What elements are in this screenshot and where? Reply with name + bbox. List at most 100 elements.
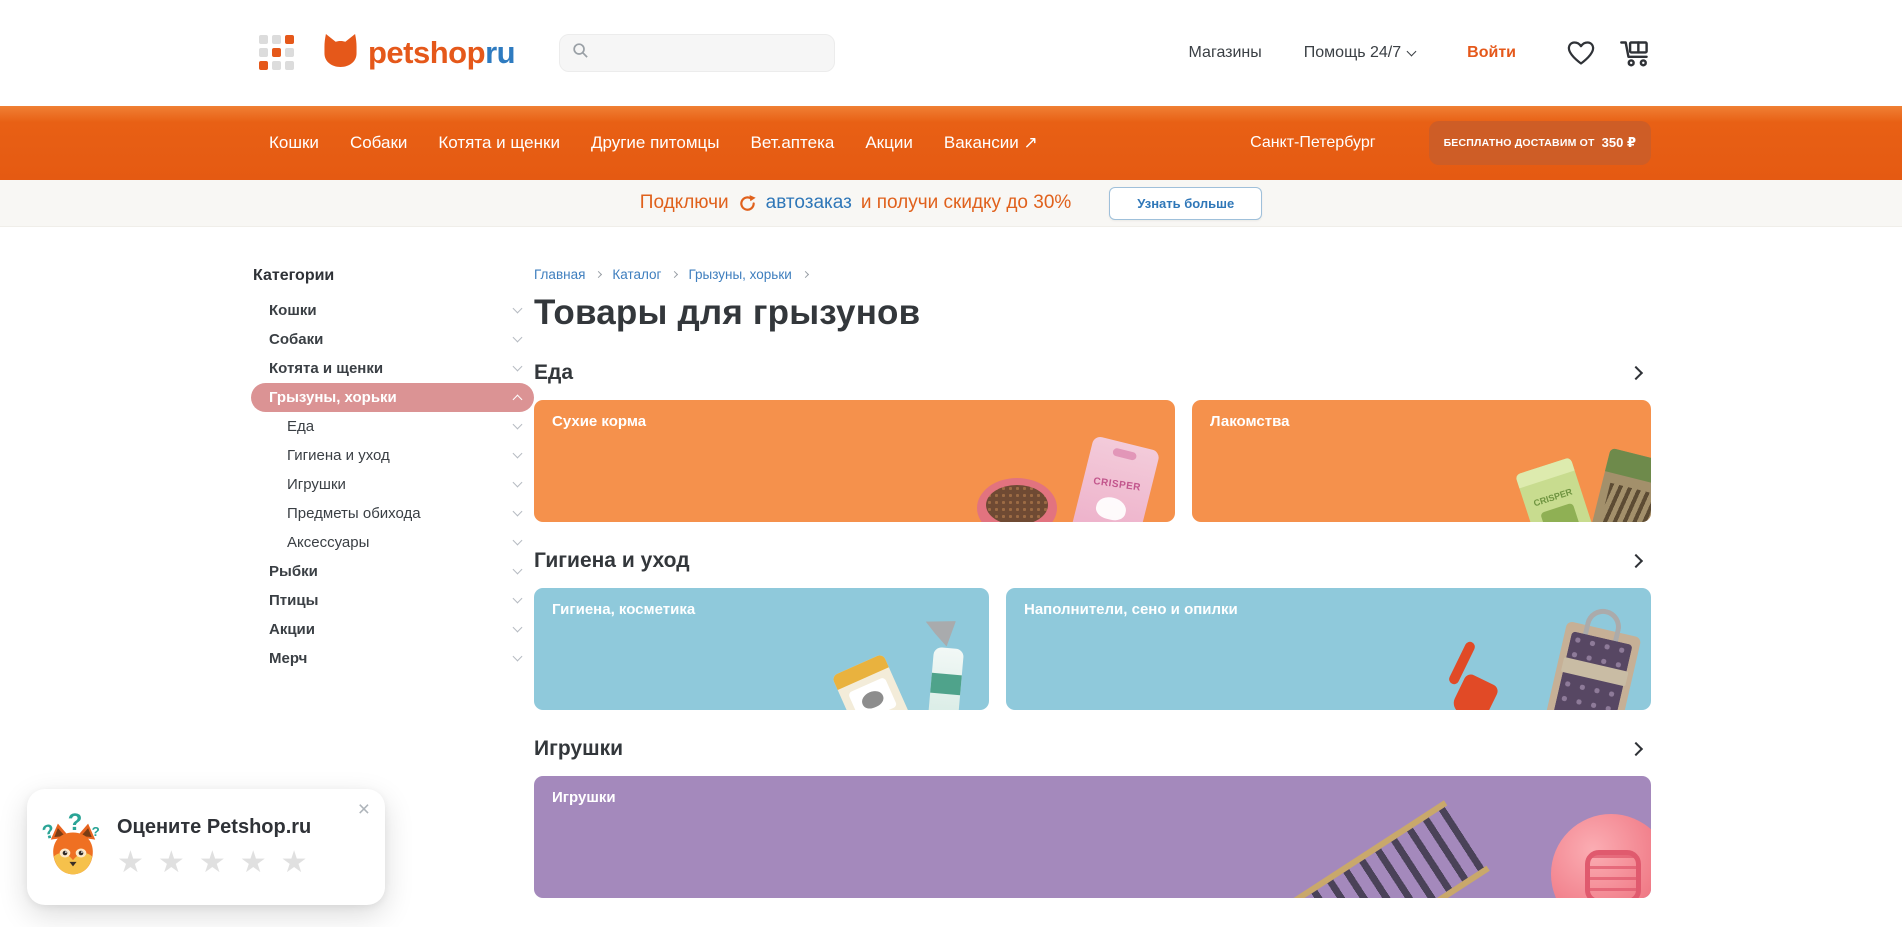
chevron-down-icon [513, 536, 523, 546]
card-art-toys [534, 776, 1651, 898]
nav-item-promotions[interactable]: Акции [865, 133, 913, 153]
cart-icon [1618, 38, 1651, 69]
search-icon [572, 42, 589, 64]
section-title: Игрушки [534, 737, 623, 761]
cart-button[interactable] [1618, 38, 1651, 69]
nav-item-dogs[interactable]: Собаки [350, 133, 407, 153]
rating-popup-title: Оцените Petshop.ru [117, 816, 311, 839]
sidebar-item-cats[interactable]: Кошки [251, 296, 534, 325]
card-label: Игрушки [552, 789, 616, 806]
breadcrumb-catalog[interactable]: Каталог [612, 267, 661, 282]
card-label: Гигиена, косметика [552, 601, 695, 618]
card-treats[interactable]: Лакомства CRISPER [1192, 400, 1651, 522]
chevron-down-icon [513, 304, 523, 314]
sidebar-item-birds[interactable]: Птицы [251, 586, 534, 615]
chevron-right-icon [1629, 554, 1643, 568]
chevron-down-icon [513, 565, 523, 575]
star-3[interactable]: ★ [199, 848, 226, 878]
sidebar-item-accessories[interactable]: Аксессуары [251, 528, 534, 557]
card-label: Лакомства [1210, 413, 1289, 430]
fox-icon: ? ? ? [41, 812, 105, 883]
petshop-logo[interactable]: petshopru [321, 33, 515, 73]
stores-link[interactable]: Магазины [1189, 44, 1262, 62]
chevron-down-icon [513, 652, 523, 662]
breadcrumb-rodents[interactable]: Грызуны, хорьки [688, 267, 791, 282]
login-button[interactable]: Войти [1467, 44, 1516, 62]
logo-wordmark: petshopru [368, 35, 515, 71]
page-title: Товары для грызунов [534, 293, 1651, 333]
nav-item-cats[interactable]: Кошки [269, 133, 319, 153]
breadcrumb: Главная Каталог Грызуны, хорьки [534, 267, 1651, 282]
section-food-header: Еда [534, 360, 1651, 386]
promo-banner: Подключи автозаказ и получи скидку до 30… [0, 180, 1902, 227]
sidebar-item-merch[interactable]: Мерч [251, 644, 534, 673]
section-hygiene-header: Гигиена и уход [534, 548, 1651, 574]
close-icon[interactable]: × [358, 799, 370, 820]
promo-text: Подключи автозаказ и получи скидку до 30… [640, 192, 1072, 214]
section-arrow-button[interactable] [1625, 548, 1651, 574]
search-input[interactable] [597, 45, 822, 61]
rating-popup: ? ? ? Оцените Petshop.ru ★ ★ ★ ★ ★ × [27, 789, 385, 905]
autoorder-refresh-icon [738, 194, 757, 213]
card-dry-food[interactable]: Сухие корма CRISPER [534, 400, 1175, 522]
breadcrumb-home[interactable]: Главная [534, 267, 585, 282]
rating-stars: ★ ★ ★ ★ ★ [117, 848, 311, 878]
sidebar-item-kittens-puppies[interactable]: Котята и щенки [251, 354, 534, 383]
chevron-right-icon [1629, 366, 1643, 380]
section-arrow-button[interactable] [1625, 736, 1651, 762]
sidebar-item-promotions[interactable]: Акции [251, 615, 534, 644]
sidebar-item-household[interactable]: Предметы обихода [251, 499, 534, 528]
chevron-down-icon [1407, 46, 1417, 56]
star-4[interactable]: ★ [240, 848, 267, 878]
section-toys-header: Игрушки [534, 736, 1651, 762]
section-title: Гигиена и уход [534, 549, 690, 573]
chevron-up-icon [513, 395, 523, 405]
chevron-down-icon [513, 333, 523, 343]
free-delivery-badge[interactable]: БЕСПЛАТНО ДОСТАВИМ ОТ 350 ₽ [1429, 121, 1651, 165]
learn-more-button[interactable]: Узнать больше [1109, 187, 1262, 220]
nav-item-other-pets[interactable]: Другие питомцы [591, 133, 720, 153]
sidebar-item-hygiene-care[interactable]: Гигиена и уход [251, 441, 534, 470]
card-hygiene-cosmetics[interactable]: Гигиена, косметика [534, 588, 989, 710]
star-5[interactable]: ★ [281, 848, 308, 878]
section-title: Еда [534, 361, 573, 385]
card-label: Сухие корма [552, 413, 646, 430]
heart-icon [1566, 39, 1596, 67]
chevron-down-icon [513, 362, 523, 372]
favorites-button[interactable] [1566, 39, 1596, 67]
autoorder-link[interactable]: автозаказ [766, 192, 852, 214]
help-menu[interactable]: Помощь 24/7 [1304, 44, 1415, 62]
chevron-down-icon [513, 449, 523, 459]
svg-text:?: ? [68, 812, 83, 836]
chevron-down-icon [513, 594, 523, 604]
delivery-label: БЕСПЛАТНО ДОСТАВИМ ОТ [1444, 137, 1595, 149]
delivery-price: 350 ₽ [1602, 135, 1636, 151]
chevron-right-icon [1629, 742, 1643, 756]
chevron-down-icon [513, 507, 523, 517]
city-selector[interactable]: Санкт-Петербург [1250, 134, 1375, 152]
top-header: petshopru Магазины Помощь 24/7 Войти [0, 0, 1902, 106]
sidebar-item-food[interactable]: Еда [251, 412, 534, 441]
sidebar-item-toys[interactable]: Игрушки [251, 470, 534, 499]
star-2[interactable]: ★ [158, 848, 185, 878]
logo-dots-icon [259, 35, 295, 71]
chevron-down-icon [513, 623, 523, 633]
sidebar-item-fish[interactable]: Рыбки [251, 557, 534, 586]
section-arrow-button[interactable] [1625, 360, 1651, 386]
card-label: Наполнители, сено и опилки [1024, 601, 1238, 618]
chevron-right-icon [802, 271, 809, 278]
card-toys[interactable]: Игрушки [534, 776, 1651, 898]
chevron-down-icon [513, 478, 523, 488]
chevron-right-icon [595, 271, 602, 278]
nav-item-kittens-puppies[interactable]: Котята и щенки [438, 133, 560, 153]
cat-icon [321, 33, 360, 73]
card-litter-hay-sawdust[interactable]: Наполнители, сено и опилки [1006, 588, 1651, 710]
sidebar-item-dogs[interactable]: Собаки [251, 325, 534, 354]
nav-item-vacancies[interactable]: Вакансии ↗ [944, 133, 1038, 153]
sidebar-item-rodents-ferrets[interactable]: Грызуны, хорьки [251, 383, 534, 412]
main-nav: Кошки Собаки Котята и щенки Другие питом… [0, 106, 1902, 180]
search-bar[interactable] [559, 34, 835, 72]
chevron-right-icon [671, 271, 678, 278]
nav-item-vet-pharmacy[interactable]: Вет.аптека [751, 133, 835, 153]
star-1[interactable]: ★ [117, 848, 144, 878]
